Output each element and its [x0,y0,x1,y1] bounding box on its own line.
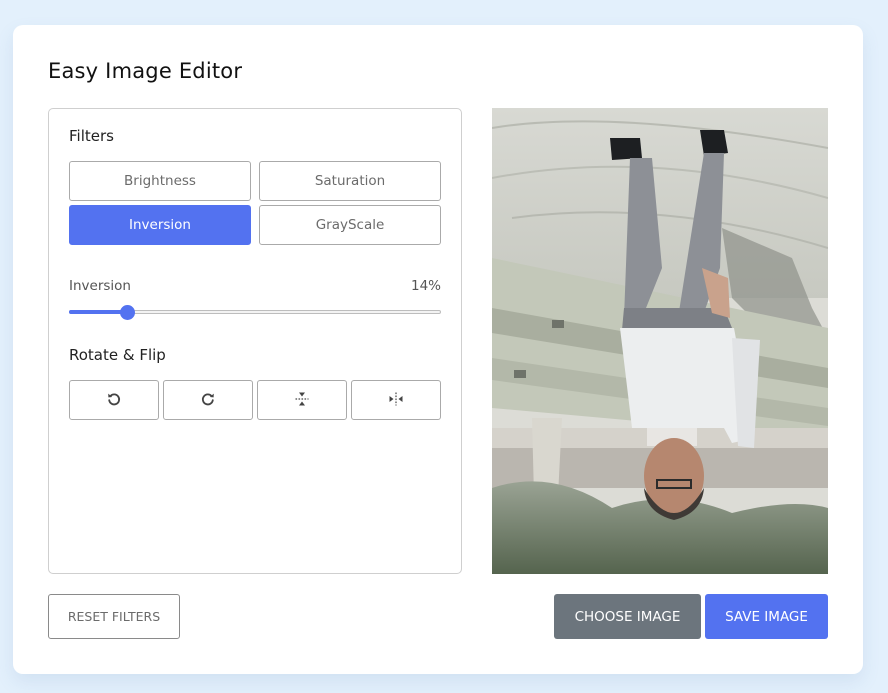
page-title: Easy Image Editor [48,59,243,83]
controls-panel: Filters Brightness Saturation Inversion … [48,108,462,574]
rotate-right-button[interactable] [163,380,253,420]
editor-card: Easy Image Editor Filters Brightness Sat… [13,25,863,674]
rotate-left-button[interactable] [69,380,159,420]
preview-photo [492,108,828,574]
filter-inversion-button[interactable]: Inversion [69,205,251,245]
save-image-button[interactable]: SAVE IMAGE [705,594,828,639]
filter-grayscale-button[interactable]: GrayScale [259,205,441,245]
slider-fill [69,310,127,314]
choose-image-button[interactable]: CHOOSE IMAGE [554,594,701,639]
image-preview [492,108,828,574]
slider-name: Inversion [69,278,131,294]
slider-thumb[interactable] [120,305,135,320]
flip-vertical-button[interactable] [257,380,347,420]
rotate-flip-label: Rotate & Flip [69,346,166,364]
filter-slider[interactable] [69,305,441,320]
reset-filters-button[interactable]: RESET FILTERS [48,594,180,639]
rotate-right-icon [200,391,216,410]
slider-info: Inversion 14% [69,278,441,294]
flip-horizontal-button[interactable] [351,380,441,420]
filters-label: Filters [69,127,114,145]
filter-brightness-button[interactable]: Brightness [69,161,251,201]
slider-value: 14% [410,278,441,294]
flip-horizontal-icon [388,391,404,410]
flip-vertical-icon [294,391,310,410]
filter-saturation-button[interactable]: Saturation [259,161,441,201]
rotate-left-icon [106,391,122,410]
